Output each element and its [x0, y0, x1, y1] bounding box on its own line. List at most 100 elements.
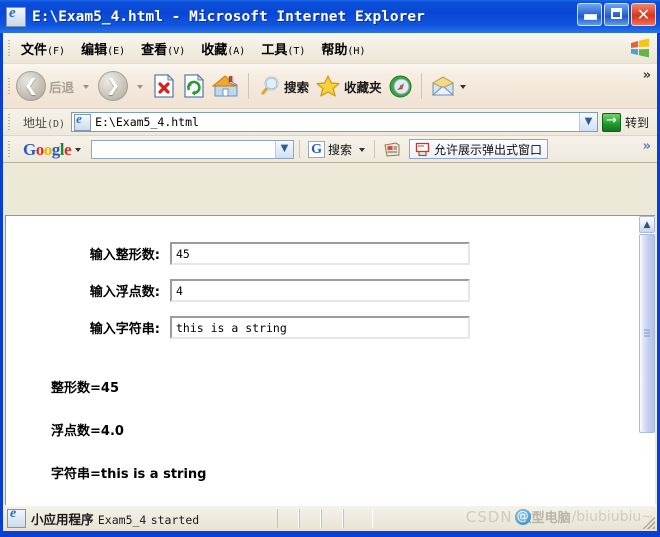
google-news-button[interactable] [380, 141, 405, 158]
google-search-caret-icon[interactable] [359, 148, 366, 152]
favorites-button[interactable]: 收藏夹 [312, 68, 385, 104]
scroll-thumb-grip [644, 329, 650, 337]
back-button[interactable]: ❮ 后退 [13, 68, 77, 104]
forward-history-caret-icon[interactable] [137, 85, 144, 89]
google-search-button[interactable]: G 搜索 [305, 140, 355, 158]
refresh-button[interactable] [179, 68, 209, 104]
address-value: E:\Exam5_4.html [95, 115, 199, 129]
menu-item-tools[interactable]: 工具(T) [253, 36, 313, 61]
google-logo[interactable]: Google [23, 141, 72, 158]
google-separator [299, 140, 301, 158]
scroll-thumb[interactable] [639, 234, 655, 433]
scroll-up-button[interactable]: ▲ [639, 216, 655, 233]
google-search-input[interactable]: ▼ [91, 139, 295, 159]
page-viewport-wrapper: 输入整形数: 45 输入浮点数: 4 输入字符串: this is a stri… [3, 213, 657, 531]
magnifier-icon [261, 76, 279, 95]
google-gripper[interactable] [5, 138, 13, 160]
google-toolbar: Google ▼ G 搜索 允许展示弹出式窗口 » [3, 136, 657, 163]
output-line-string: 字符串=this is a string [51, 467, 207, 482]
page-frame: 输入整形数: 45 输入浮点数: 4 输入字符串: this is a stri… [5, 215, 655, 527]
address-dropdown-button[interactable]: ▼ [578, 113, 597, 131]
main-toolbar: ❮ 后退 ❯ 搜索 收藏夹 » [3, 64, 657, 109]
title-bar: E:\Exam5_4.html - Microsoft Internet Exp… [0, 0, 660, 33]
status-applet-icon [7, 506, 26, 528]
address-label: 地址(D) [23, 115, 66, 130]
menu-item-favorites[interactable]: 收藏(A) [193, 36, 253, 61]
google-separator-2 [374, 140, 376, 158]
toolbar-gripper[interactable] [5, 75, 13, 97]
resize-grip[interactable] [643, 517, 655, 529]
popup-blocker-button[interactable]: 允许展示弹出式窗口 [409, 139, 549, 159]
output-line-integer: 整形数=45 [51, 381, 119, 396]
vertical-scrollbar[interactable]: ▲ ▼ [638, 216, 655, 526]
back-label: 后退 [49, 79, 75, 95]
popup-blocker-label: 允许展示弹出式窗口 [434, 142, 543, 157]
menu-item-edit-label: 编辑 [81, 42, 108, 58]
status-applet-name: Exam5_4 [97, 513, 147, 527]
menu-item-file-label: 文件 [21, 42, 48, 58]
minimize-button[interactable] [577, 3, 602, 26]
string-field-label: 输入字符串: [89, 322, 160, 337]
float-input[interactable]: 4 [170, 279, 470, 302]
menu-item-help[interactable]: 帮助(H) [313, 36, 373, 61]
menu-item-view-label: 查看 [141, 42, 168, 58]
windows-flag-icon [631, 38, 649, 58]
menu-item-edit[interactable]: 编辑(E) [73, 36, 133, 61]
ie-browser-window: E:\Exam5_4.html - Microsoft Internet Exp… [0, 0, 660, 537]
status-panel-4 [343, 509, 374, 528]
document-body: 输入整形数: 45 输入浮点数: 4 输入字符串: this is a stri… [6, 216, 638, 526]
menu-item-view[interactable]: 查看(V) [133, 36, 193, 61]
watermark-user: 微型电脑 [518, 511, 571, 526]
go-button[interactable]: 转到 [600, 112, 657, 132]
maximize-button[interactable] [604, 3, 629, 26]
go-arrow-icon [601, 112, 621, 132]
address-page-icon [74, 111, 92, 131]
client-area: 文件(F) 编辑(E) 查看(V) 收藏(A) 工具(T) 帮助(H) ❮ 后退… [3, 33, 657, 531]
google-overflow-button[interactable]: » [643, 139, 651, 154]
toolbar-separator [248, 73, 250, 99]
google-search-dropdown-button[interactable]: ▼ [275, 140, 294, 158]
menu-item-file-key: (F) [47, 45, 66, 57]
home-button[interactable] [209, 68, 243, 104]
watermark-brand: CSDN [465, 507, 513, 526]
media-button[interactable] [385, 68, 416, 104]
toolbar-separator-2 [420, 73, 422, 99]
status-panel-1 [277, 509, 300, 528]
ie-logo-icon [6, 5, 26, 27]
field-row-string: 输入字符串: this is a string [58, 316, 638, 339]
watermark: CSDN 微型电脑 /biubiubiu~ [465, 507, 653, 527]
search-button[interactable]: 搜索 [254, 68, 312, 104]
mail-button[interactable] [427, 68, 473, 104]
menu-item-file[interactable]: 文件(F) [13, 36, 73, 61]
status-panel-3 [321, 509, 344, 528]
scroll-track[interactable] [639, 233, 655, 509]
refresh-page-icon [184, 73, 205, 98]
address-gripper[interactable] [5, 111, 13, 133]
menu-item-help-key: (H) [347, 45, 366, 57]
forward-button[interactable]: ❯ [95, 68, 131, 104]
address-input[interactable]: E:\Exam5_4.html ▼ [71, 111, 598, 132]
window-controls [577, 3, 656, 26]
address-bar: 地址(D) E:\Exam5_4.html ▼ 转到 [3, 109, 657, 136]
back-arrow-icon: ❮ [16, 71, 46, 101]
back-history-caret-icon[interactable] [83, 85, 90, 89]
status-panels [277, 509, 374, 529]
go-label: 转到 [624, 115, 649, 130]
mail-menu-caret-icon[interactable] [459, 85, 466, 89]
toolbar-overflow-button[interactable]: » [643, 68, 651, 83]
window-title: E:\Exam5_4.html - Microsoft Internet Exp… [32, 8, 425, 25]
google-menu-caret-icon[interactable] [75, 148, 82, 152]
float-field-label: 输入浮点数: [89, 285, 160, 300]
chevron-down-icon: ▼ [280, 143, 289, 154]
field-row-integer: 输入整形数: 45 [58, 242, 638, 265]
news-icon [384, 141, 400, 157]
integer-input[interactable]: 45 [170, 242, 470, 265]
close-button[interactable] [631, 3, 656, 26]
string-input[interactable]: this is a string [170, 316, 470, 339]
google-search-label: 搜索 [328, 142, 353, 157]
integer-field-label: 输入整形数: [89, 248, 160, 263]
mail-envelope-icon [431, 75, 454, 95]
menu-gripper[interactable] [5, 37, 13, 59]
popup-blocker-icon [415, 142, 430, 156]
stop-button[interactable] [149, 68, 179, 104]
